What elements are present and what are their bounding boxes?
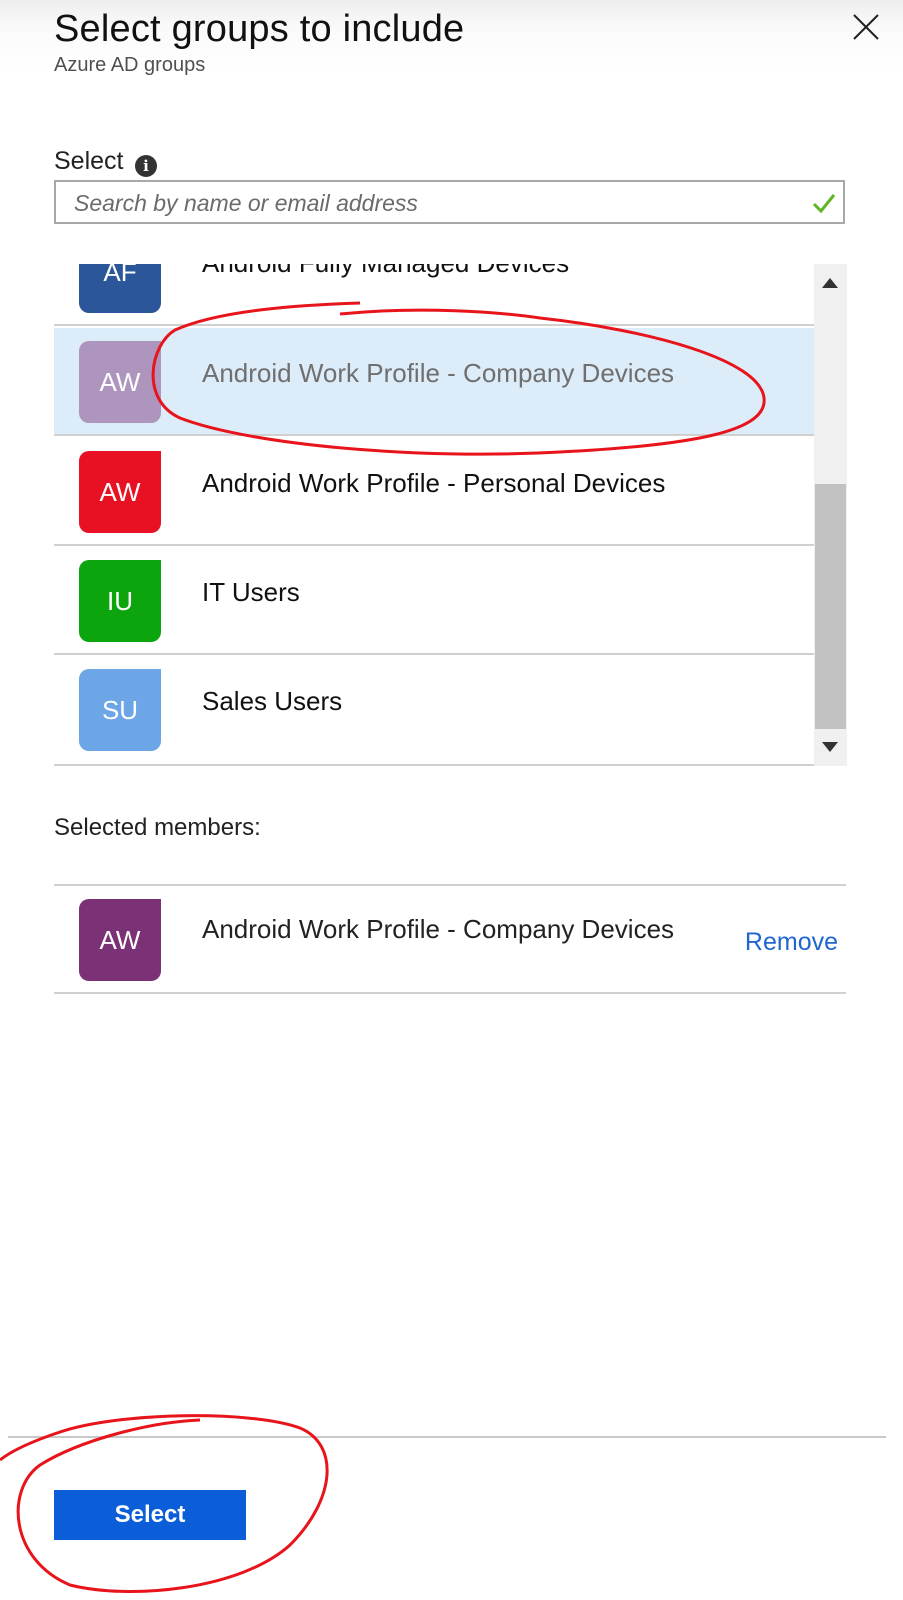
footer-divider: [8, 1436, 886, 1438]
selected-member-row: AW Android Work Profile - Company Device…: [54, 884, 846, 994]
group-row-android-work-profile-company[interactable]: AW Android Work Profile - Company Device…: [54, 328, 814, 436]
group-avatar: AW: [79, 341, 161, 423]
select-groups-blade: Select groups to include Azure AD groups…: [0, 0, 903, 1600]
group-avatar: SU: [79, 669, 161, 751]
group-avatar: AF: [79, 264, 161, 313]
search-input[interactable]: [72, 182, 796, 224]
group-avatar: IU: [79, 560, 161, 642]
member-name: Android Work Profile - Company Devices: [202, 914, 675, 944]
group-row-android-work-profile-personal[interactable]: AW Android Work Profile - Personal Devic…: [54, 438, 814, 546]
group-name: Android Work Profile - Company Devices: [202, 358, 675, 388]
scroll-thumb[interactable]: [815, 484, 846, 729]
group-row-sales-users[interactable]: SU Sales Users: [54, 656, 814, 764]
red-annotation-circles: [0, 301, 766, 1593]
scroll-up-arrow-icon[interactable]: [822, 278, 838, 288]
group-avatar: AW: [79, 451, 161, 533]
info-icon[interactable]: i: [135, 155, 157, 177]
checkmark-icon: [812, 194, 836, 214]
scroll-down-arrow-icon[interactable]: [822, 742, 838, 752]
list-scrollbar[interactable]: [814, 264, 847, 766]
select-button[interactable]: Select: [54, 1490, 246, 1540]
remove-member-link[interactable]: Remove: [745, 928, 838, 957]
group-list: AF Android Fully Managed Devices AW Andr…: [54, 264, 814, 766]
group-name: IT Users: [202, 577, 300, 607]
blade-title: Select groups to include: [54, 8, 465, 50]
selected-members-heading: Selected members:: [54, 814, 261, 841]
group-name: Android Fully Managed Devices: [202, 264, 569, 279]
close-icon[interactable]: [851, 12, 881, 42]
search-label: Select: [54, 147, 124, 175]
search-box: [54, 180, 845, 224]
blade-subtitle: Azure AD groups: [54, 54, 206, 76]
group-name: Sales Users: [202, 686, 343, 716]
member-avatar: AW: [79, 899, 161, 981]
group-name: Android Work Profile - Personal Devices: [202, 468, 666, 498]
group-row-android-fully-managed[interactable]: AF Android Fully Managed Devices: [54, 264, 814, 326]
group-row-it-users[interactable]: IU IT Users: [54, 547, 814, 655]
